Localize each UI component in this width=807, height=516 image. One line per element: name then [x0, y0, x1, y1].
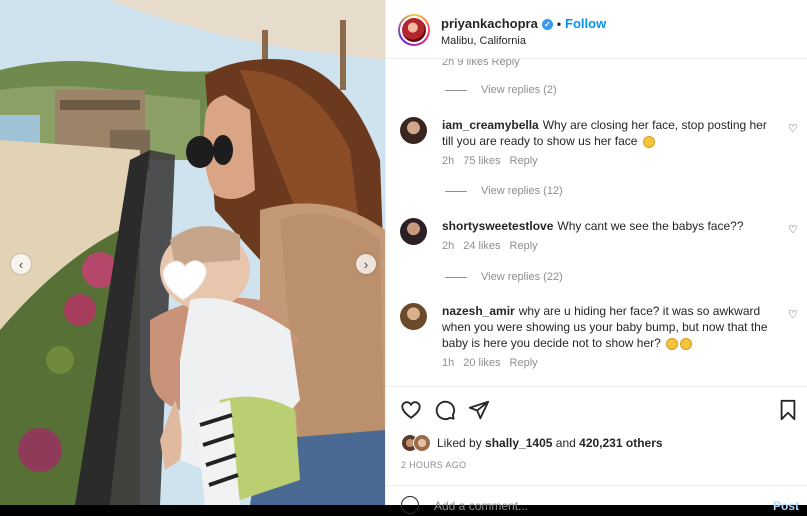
chevron-right-icon: › [363, 256, 369, 272]
comment-text: Why cant we see the babys face?? [557, 219, 744, 233]
likes-summary: Liked by shally_1405 and 420,231 others [401, 434, 663, 452]
comment-text-block: nazesh_amir why are u hiding her face? it… [442, 303, 772, 351]
like-comment-heart-icon[interactable]: ♡ [788, 122, 798, 135]
liked-by-label: Liked by [437, 436, 482, 450]
comment-likes[interactable]: 75 likes [463, 155, 500, 167]
add-comment-input[interactable]: Add a comment... [434, 499, 528, 513]
author-username[interactable]: priyankachopra [441, 16, 538, 31]
comment-meta: 1h 20 likes Reply [442, 357, 547, 369]
replies-divider [445, 190, 467, 192]
replies-divider [445, 89, 467, 91]
comment-text-block: shortysweetestlove Why cant we see the ba… [442, 218, 772, 234]
like-comment-heart-icon[interactable]: ♡ [788, 308, 798, 321]
post-photo[interactable]: ‹ › [0, 0, 385, 505]
view-replies-button[interactable]: View replies (2) [445, 84, 557, 96]
avatar-border [400, 16, 428, 44]
smiley-icon [642, 135, 655, 148]
reply-button[interactable]: Reply [510, 357, 538, 369]
clipped-comment-meta: 2h 9 likes Reply [442, 58, 520, 68]
previous-photo-button[interactable]: ‹ [11, 254, 31, 274]
next-photo-button[interactable]: › [356, 254, 376, 274]
author-avatar[interactable] [398, 14, 430, 46]
likes-text: Liked by shally_1405 and 420,231 others [437, 436, 663, 450]
commenter-avatar[interactable] [400, 303, 427, 330]
chevron-left-icon: ‹ [18, 256, 24, 272]
likes-count[interactable]: 420,231 others [579, 436, 662, 450]
follow-button[interactable]: Follow [565, 16, 606, 31]
likes-and: and [555, 436, 576, 450]
comment-time: 1h [442, 357, 455, 369]
photo-illustration [0, 0, 385, 505]
view-replies-button[interactable]: View replies (12) [445, 185, 563, 197]
comment-username[interactable]: nazesh_amir [442, 304, 515, 318]
emoji-picker-icon[interactable] [401, 496, 419, 514]
grin-icon [666, 337, 679, 350]
liker-avatar [413, 434, 431, 452]
instagram-post-window: ‹ › priyankachopra ✓ • Follow Malibu, Calif… [0, 0, 807, 514]
thinking-icon [680, 337, 693, 350]
comment-meta: 2h 75 likes Reply [442, 155, 547, 167]
comments-list[interactable]: 2h 9 likes Reply View replies (2) iam_cr… [386, 58, 807, 386]
liked-by-user[interactable]: shally_1405 [485, 436, 552, 450]
view-replies-button[interactable]: View replies (22) [445, 271, 563, 283]
comment-username[interactable]: iam_creamybella [442, 118, 539, 132]
comment-meta: 2h 24 likes Reply [442, 240, 547, 252]
avatar-image [402, 18, 426, 42]
bookmark-icon[interactable] [778, 399, 798, 421]
view-replies-label: View replies (22) [481, 271, 563, 283]
view-replies-label: View replies (12) [481, 185, 563, 197]
add-comment-bar: Add a comment... Post [386, 485, 807, 516]
post-location[interactable]: Malibu, California [441, 35, 526, 47]
comment-time: 2h [442, 155, 455, 167]
like-comment-heart-icon[interactable]: ♡ [788, 223, 798, 236]
send-icon[interactable] [468, 399, 490, 421]
post-sidebar: priyankachopra ✓ • Follow Malibu, Californi… [385, 0, 807, 514]
separator-dot: • [556, 17, 562, 31]
comment-username[interactable]: shortysweetestlove [442, 219, 553, 233]
comment-text-block: iam_creamybella Why are closing her face,… [442, 117, 772, 149]
verified-badge-icon: ✓ [541, 19, 553, 31]
reply-button[interactable]: Reply [510, 155, 538, 167]
post-timestamp: 2 HOURS AGO [401, 460, 467, 470]
comment-time: 2h [442, 240, 455, 252]
comment-likes[interactable]: 20 likes [463, 357, 500, 369]
view-replies-label: View replies (2) [481, 84, 557, 96]
post-comment-button[interactable]: Post [773, 499, 799, 513]
post-actions: Liked by shally_1405 and 420,231 others … [386, 386, 807, 514]
author-line: priyankachopra ✓ • Follow [441, 16, 606, 31]
reply-button[interactable]: Reply [510, 240, 538, 252]
replies-divider [445, 276, 467, 278]
heart-icon[interactable] [400, 399, 422, 421]
post-header: priyankachopra ✓ • Follow Malibu, Californi… [386, 0, 807, 59]
comment-icon[interactable] [434, 399, 456, 421]
commenter-avatar[interactable] [400, 117, 427, 144]
comment-likes[interactable]: 24 likes [463, 240, 500, 252]
commenter-avatar[interactable] [400, 218, 427, 245]
